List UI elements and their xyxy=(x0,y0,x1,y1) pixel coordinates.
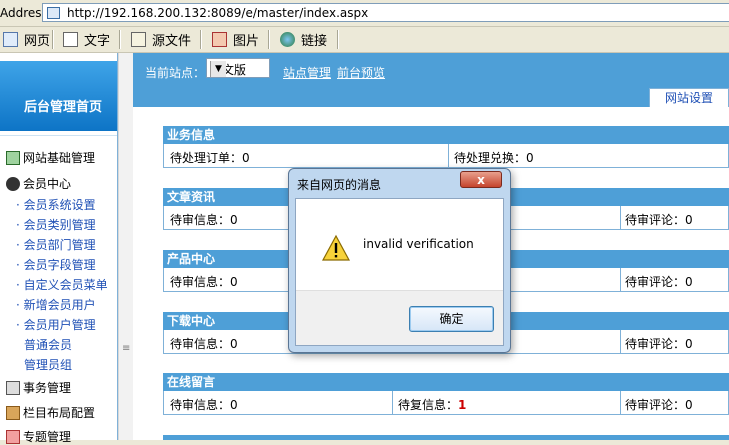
pending-comments: 待审评论：0 xyxy=(625,337,693,351)
pending-comments: 待审评论：0 xyxy=(625,275,693,289)
members-icon xyxy=(6,176,20,191)
url-text: http://192.168.200.132:8089/e/master/ind… xyxy=(67,6,369,20)
tools-icon xyxy=(6,405,20,420)
sidebar-sub-member-types[interactable]: · 会员类别管理 xyxy=(16,216,96,233)
toolbar-separator xyxy=(268,30,270,49)
toolbar-picture[interactable]: 图片 xyxy=(212,30,259,49)
dialog-close-button[interactable]: x xyxy=(460,171,502,188)
dialog-footer: 确定 xyxy=(296,290,503,345)
text-document-icon xyxy=(63,32,78,47)
pending-comments: 待审评论：0 xyxy=(625,398,693,412)
web-page-icon xyxy=(3,32,18,47)
panel-online-messages: 在线留言 待审信息：0 待复信息：1 待审评论：0 xyxy=(163,373,729,415)
pending-exchanges: 待处理兑换：0 xyxy=(454,151,534,165)
sidebar-sub-member-fields[interactable]: · 会员字段管理 xyxy=(16,256,96,273)
front-preview-link[interactable]: 前台预览 xyxy=(337,64,385,81)
url-input[interactable]: http://192.168.200.132:8089/e/master/ind… xyxy=(42,3,729,22)
tab-site-settings[interactable]: 网站设置 xyxy=(649,88,729,107)
reply-count: 1 xyxy=(458,398,467,412)
toolbar-web-page[interactable]: 网页 xyxy=(3,30,50,49)
sidebar-sub-admin-group[interactable]: 管理员组 xyxy=(24,356,72,373)
admin-sidebar: 后台管理首页 网站基础管理 会员中心 · 会员系统设置 · 会员类别管理 · 会… xyxy=(0,53,118,444)
tasks-icon xyxy=(6,380,20,395)
toolbar-source-file[interactable]: 源文件 xyxy=(131,30,191,49)
view-toolbar: 网页 文字 源文件 图片 链接 xyxy=(0,27,729,53)
sidebar-item-topics[interactable]: 专题管理 xyxy=(6,428,71,445)
panel-business-info: 业务信息 待处理订单：0 待处理兑换：0 xyxy=(163,126,729,168)
cell-divider xyxy=(620,330,621,353)
sidebar-sub-add-member[interactable]: · 新增会员用户 xyxy=(16,296,96,313)
sidebar-item-member-center[interactable]: 会员中心 xyxy=(6,175,71,192)
toolbar-separator xyxy=(52,30,54,49)
splitter-grip-icon: ≡ xyxy=(122,343,131,354)
sidebar-sub-regular-members[interactable]: 普通会员 xyxy=(24,336,72,353)
sidebar-divider xyxy=(0,135,117,136)
sidebar-sub-member-departments[interactable]: · 会员部门管理 xyxy=(16,236,96,253)
pending-replies: 待复信息：1 xyxy=(398,398,467,412)
sidebar-sub-member-users[interactable]: · 会员用户管理 xyxy=(16,316,96,333)
sidebar-header[interactable]: 后台管理首页 xyxy=(0,61,117,131)
address-bar: Address: http://192.168.200.132:8089/e/m… xyxy=(0,0,729,27)
toolbar-text[interactable]: 文字 xyxy=(63,30,110,49)
table-row: 待审信息：0 待复信息：1 待审评论：0 xyxy=(163,391,729,415)
cell-divider xyxy=(448,144,449,167)
cell-divider xyxy=(392,391,393,414)
pending-comments: 待审评论：0 xyxy=(625,213,693,227)
frame-splitter[interactable]: ≡ xyxy=(118,53,134,440)
main-header: 当前站点： 中文版 ▼ 站点管理 前台预览 网站设置 xyxy=(133,53,729,107)
cell-divider xyxy=(620,268,621,291)
sidebar-item-site-basics[interactable]: 网站基础管理 xyxy=(6,149,95,166)
sidebar-item-affairs[interactable]: 事务管理 xyxy=(6,379,71,396)
close-icon: x xyxy=(477,173,485,187)
toolbar-link[interactable]: 链接 xyxy=(280,30,327,49)
pending-info: 待审信息：0 xyxy=(170,275,238,289)
site-tree-icon xyxy=(6,150,20,165)
pending-orders: 待处理订单：0 xyxy=(170,151,250,165)
site-manage-link[interactable]: 站点管理 xyxy=(283,64,331,81)
pending-info: 待审信息：0 xyxy=(170,337,238,351)
source-file-icon xyxy=(131,32,146,47)
panel-title: 业务信息 xyxy=(163,126,729,144)
sidebar-title: 后台管理首页 xyxy=(24,100,103,115)
sidebar-sub-custom-menu[interactable]: · 自定义会员菜单 xyxy=(16,276,108,293)
page-favicon-icon xyxy=(47,7,60,19)
toolbar-separator xyxy=(337,30,339,49)
picture-icon xyxy=(212,32,227,47)
site-select[interactable]: 中文版 ▼ xyxy=(206,58,270,78)
sidebar-sub-member-settings[interactable]: · 会员系统设置 xyxy=(16,196,96,213)
next-panel-edge xyxy=(163,435,729,440)
pending-info: 待审信息：0 xyxy=(170,398,238,412)
current-site-label: 当前站点： xyxy=(145,66,206,80)
dialog-title: 来自网页的消息 xyxy=(297,178,382,192)
link-globe-icon xyxy=(280,32,295,47)
panel-title: 在线留言 xyxy=(163,373,729,391)
chevron-down-icon[interactable]: ▼ xyxy=(210,61,226,77)
cell-divider xyxy=(620,391,621,414)
ok-button[interactable]: 确定 xyxy=(409,306,494,332)
dialog-message: invalid verification xyxy=(363,237,474,251)
toolbar-separator xyxy=(119,30,121,49)
dialog-body: invalid verification 确定 xyxy=(295,198,504,346)
sidebar-item-layout-config[interactable]: 栏目布局配置 xyxy=(6,404,95,421)
pending-info: 待审信息：0 xyxy=(170,213,238,227)
topic-icon xyxy=(6,429,20,444)
warning-icon xyxy=(321,234,351,261)
alert-dialog: 来自网页的消息 x invalid verification 确定 xyxy=(288,168,511,353)
cell-divider xyxy=(620,206,621,229)
table-row: 待处理订单：0 待处理兑换：0 xyxy=(163,144,729,168)
toolbar-separator xyxy=(200,30,202,49)
